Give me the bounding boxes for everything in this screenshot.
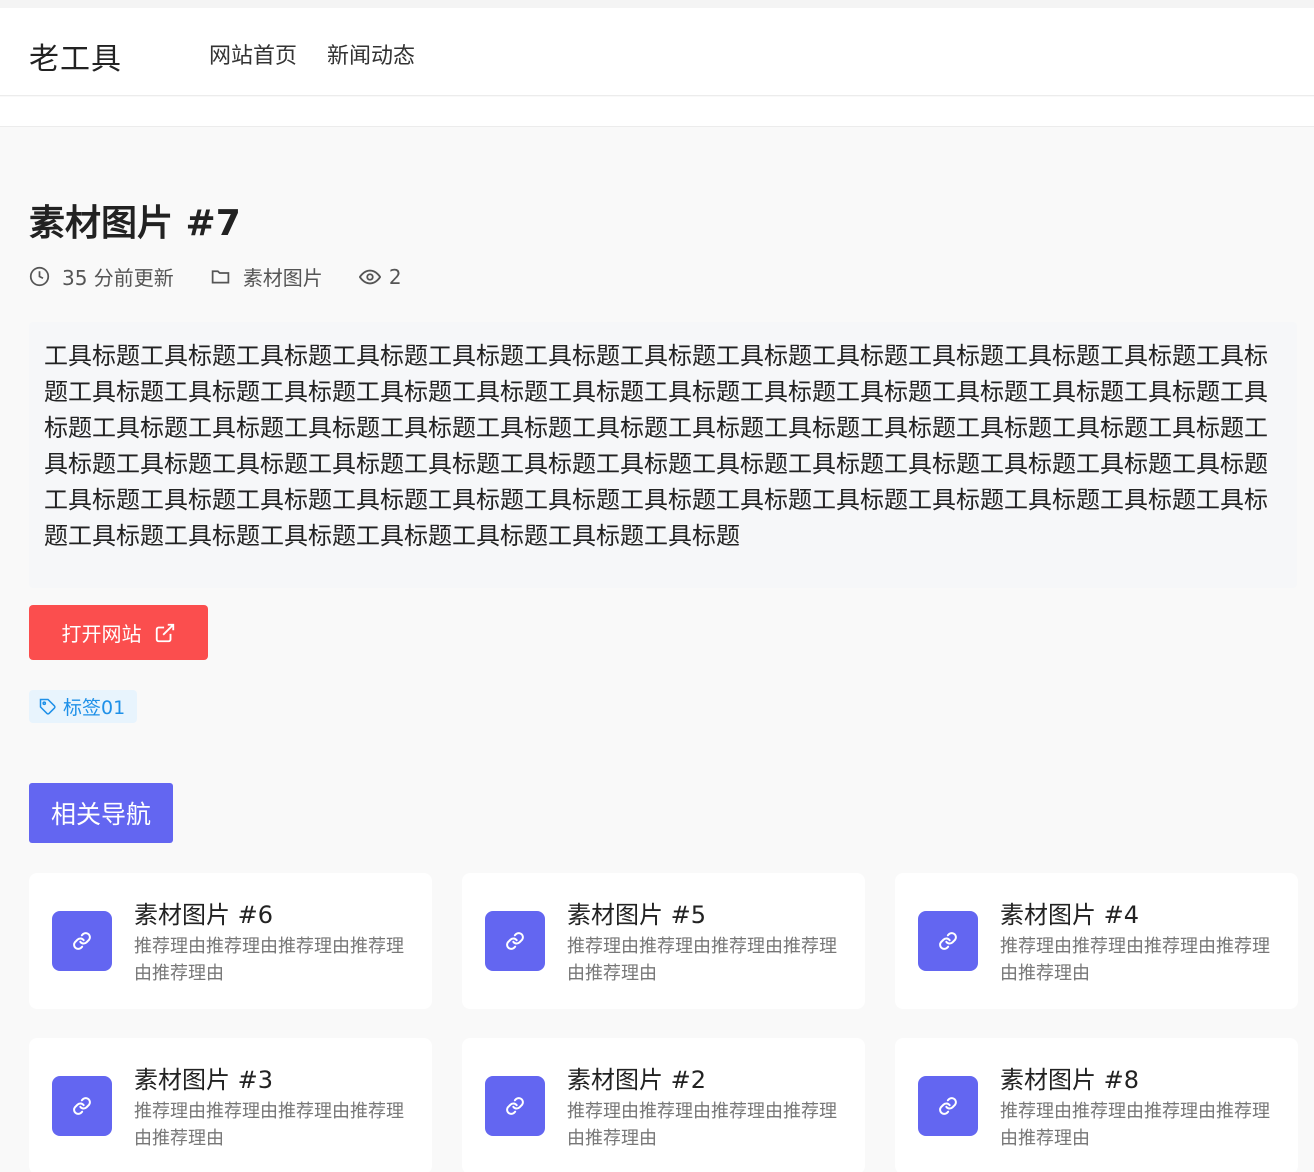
card-desc: 推荐理由推荐理由推荐理由推荐理由推荐理由: [134, 936, 404, 984]
related-heading: 相关导航: [29, 783, 173, 843]
card-desc: 推荐理由推荐理由推荐理由推荐理由推荐理由: [1000, 1101, 1270, 1149]
site-logo[interactable]: 老工具: [29, 34, 122, 78]
related-card[interactable]: 素材图片 #3 推荐理由推荐理由推荐理由推荐理由推荐理由: [29, 1038, 432, 1172]
main-nav: 网站首页 新闻动态: [209, 38, 415, 70]
related-card[interactable]: 素材图片 #6 推荐理由推荐理由推荐理由推荐理由推荐理由: [29, 873, 432, 1009]
meta-category[interactable]: 素材图片: [210, 262, 323, 291]
top-strip: [0, 0, 1314, 8]
link-icon: [939, 932, 957, 950]
card-title[interactable]: 素材图片 #8: [1000, 1060, 1139, 1095]
link-icon: [506, 932, 524, 950]
nav-news[interactable]: 新闻动态: [327, 38, 415, 70]
card-icon-box: [918, 1076, 978, 1136]
open-website-button[interactable]: 打开网站: [29, 605, 208, 660]
card-title[interactable]: 素材图片 #6: [134, 895, 273, 930]
card-desc: 推荐理由推荐理由推荐理由推荐理由推荐理由: [134, 1101, 404, 1149]
related-card[interactable]: 素材图片 #4 推荐理由推荐理由推荐理由推荐理由推荐理由: [895, 873, 1298, 1009]
card-title[interactable]: 素材图片 #3: [134, 1060, 273, 1095]
card-icon-box: [485, 911, 545, 971]
related-card[interactable]: 素材图片 #8 推荐理由推荐理由推荐理由推荐理由推荐理由: [895, 1038, 1298, 1172]
card-icon-box: [52, 1076, 112, 1136]
external-link-icon: [155, 623, 174, 642]
card-title[interactable]: 素材图片 #5: [567, 895, 706, 930]
views-count: 2: [388, 264, 402, 289]
link-icon: [73, 1097, 91, 1115]
card-title[interactable]: 素材图片 #4: [1000, 895, 1139, 930]
card-title[interactable]: 素材图片 #2: [567, 1060, 706, 1095]
updated-text: 35 分前更新: [62, 266, 174, 290]
card-icon-box: [918, 911, 978, 971]
link-icon: [73, 932, 91, 950]
page-title: 素材图片 #7: [29, 203, 241, 244]
article-meta: 35 分前更新 素材图片 2: [29, 262, 438, 291]
folder-icon: [211, 270, 230, 284]
tag-badge[interactable]: 标签01: [29, 690, 138, 723]
site-header: 老工具 网站首页 新闻动态: [0, 8, 1314, 96]
tag-icon: [39, 698, 56, 715]
link-icon: [506, 1097, 524, 1115]
nav-home[interactable]: 网站首页: [209, 38, 297, 70]
card-desc: 推荐理由推荐理由推荐理由推荐理由推荐理由: [567, 936, 837, 984]
article-description: 工具标题工具标题工具标题工具标题工具标题工具标题工具标题工具标题工具标题工具标题…: [29, 322, 1297, 588]
sub-bar: [0, 97, 1314, 127]
meta-views: 2: [358, 264, 402, 289]
card-icon-box: [485, 1076, 545, 1136]
open-website-label: 打开网站: [61, 622, 142, 646]
meta-updated: 35 分前更新: [29, 262, 174, 291]
category-text[interactable]: 素材图片: [243, 262, 323, 291]
eye-icon: [358, 269, 381, 284]
card-desc: 推荐理由推荐理由推荐理由推荐理由推荐理由: [1000, 936, 1270, 984]
card-icon-box: [52, 911, 112, 971]
related-card[interactable]: 素材图片 #5 推荐理由推荐理由推荐理由推荐理由推荐理由: [462, 873, 865, 1009]
tag-label: 标签01: [63, 697, 126, 719]
card-desc: 推荐理由推荐理由推荐理由推荐理由推荐理由: [567, 1101, 837, 1149]
related-card[interactable]: 素材图片 #2 推荐理由推荐理由推荐理由推荐理由推荐理由: [462, 1038, 865, 1172]
link-icon: [939, 1097, 957, 1115]
clock-icon: [29, 266, 50, 287]
